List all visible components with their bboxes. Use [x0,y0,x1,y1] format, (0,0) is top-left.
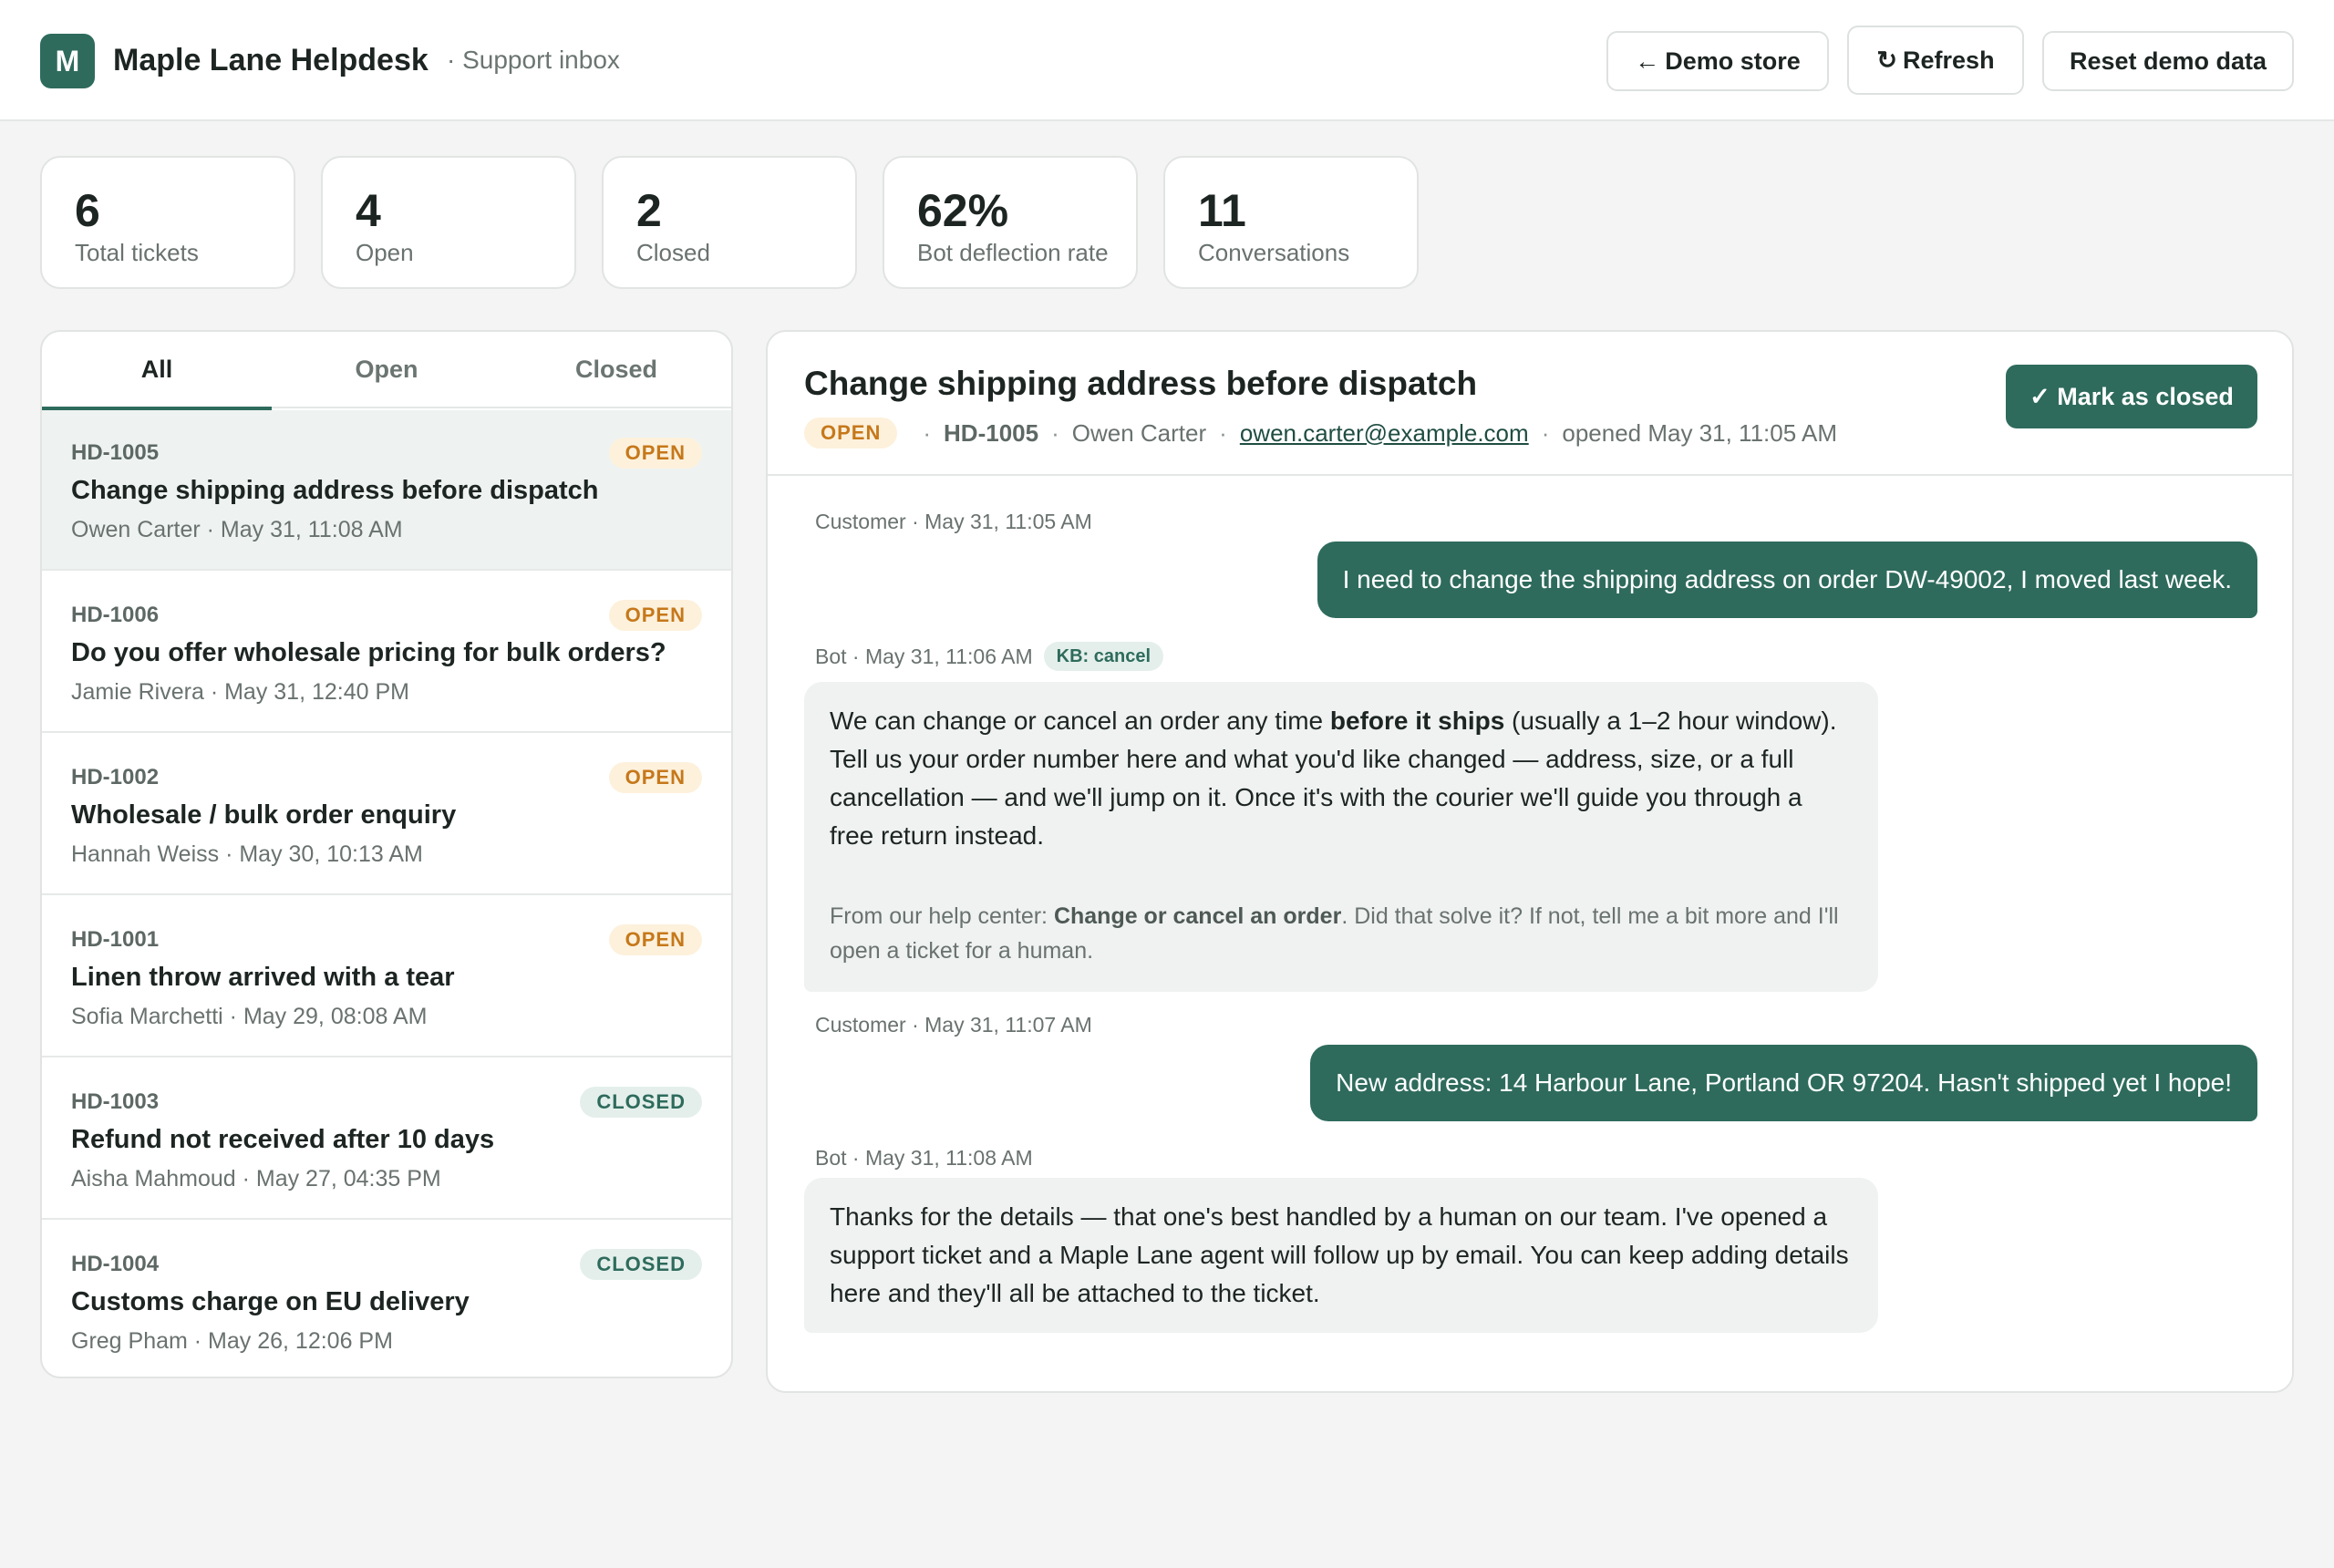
ticket-title: Linen throw arrived with a tear [71,963,455,992]
stat-value: 4 [356,185,381,236]
message-meta: Customer · May 31, 11:07 AM [815,1012,1092,1037]
demo-store-label: Demo store [1665,47,1801,75]
ticket-detail-id: HD-1005 [944,418,1039,447]
ticket-meta: Greg Pham · May 26, 12:06 PM [71,1328,393,1354]
ticket-row[interactable]: HD-1001 OPEN Linen throw arrived with a … [42,897,731,1057]
stat-label: Closed [636,239,710,266]
bot-message-text: We can change or cancel an order any tim… [830,707,1837,850]
arrow-left-icon: ← [1635,47,1660,75]
message-meta-text: Customer · May 31, 11:07 AM [815,1013,1092,1037]
help-center-footnote: From our help center: Change or cancel a… [830,903,1839,964]
bot-message-bubble: We can change or cancel an order any tim… [804,682,1878,992]
help-article-link[interactable]: Change or cancel an order [1054,903,1341,929]
stat-label: Conversations [1198,239,1350,266]
opened-timestamp: opened May 31, 11:05 AM [1562,418,1837,447]
status-badge: OPEN [608,924,702,955]
ticket-title: Change shipping address before dispatch [71,476,599,505]
ticket-title: Wholesale / bulk order enquiry [71,800,457,830]
message-meta: Customer · May 31, 11:05 AM [815,509,1092,534]
refresh-label: Refresh [1903,46,1995,74]
reset-demo-data-button[interactable]: Reset demo data [2042,31,2294,91]
ticket-detail-panel: Change shipping address before dispatch … [766,330,2294,1393]
message-meta: Bot · May 31, 11:06 AM KB: cancel [815,642,1164,671]
customer-email-link[interactable]: owen.carter@example.com [1240,419,1529,448]
ticket-title: Refund not received after 10 days [71,1125,495,1154]
ticket-id: HD-1006 [71,603,160,627]
kb-article-tag: KB: cancel [1043,642,1164,671]
tab-open[interactable]: Open [272,332,501,408]
ticket-id: HD-1005 [71,440,160,465]
customer-name: Owen Carter [1071,418,1207,447]
ticket-list-panel: All Open Closed HD-1005 OPEN Change ship… [40,330,733,1378]
refresh-button[interactable]: ↻ Refresh [1847,26,2024,95]
ticket-id: HD-1001 [71,927,160,952]
top-bar: M Maple Lane Helpdesk · Support inbox ← D… [0,0,2334,121]
message-meta: Bot · May 31, 11:08 AM [815,1145,1033,1171]
ticket-filter-tabs: All Open Closed [42,332,731,410]
ticket-meta: Owen Carter · May 31, 11:08 AM [71,517,403,542]
stat-value: 11 [1198,185,1246,236]
meta-separator: · [1541,418,1550,447]
demo-store-button[interactable]: ← Demo store [1606,31,1829,91]
stat-value: 2 [636,185,662,236]
stat-conversations: 11 Conversations [1163,156,1419,289]
ticket-title: Customs charge on EU delivery [71,1287,470,1316]
ticket-detail-title: Change shipping address before dispatch [804,365,1478,402]
mark-as-closed-button[interactable]: ✓ Mark as closed [2006,365,2257,428]
ticket-detail-header: Change shipping address before dispatch … [768,332,2292,476]
ticket-meta: Sofia Marchetti · May 29, 08:08 AM [71,1004,428,1029]
ticket-meta: Aisha Mahmoud · May 27, 04:35 PM [71,1166,441,1191]
stat-bot-deflection-rate: 62% Bot deflection rate [883,156,1138,289]
message-meta-text: Bot · May 31, 11:06 AM [815,645,1033,668]
ticket-meta: Jamie Rivera · May 31, 12:40 PM [71,679,409,705]
customer-message-bubble: New address: 14 Harbour Lane, Portland O… [1310,1045,2257,1121]
ticket-row[interactable]: HD-1006 OPEN Do you offer wholesale pric… [42,573,731,733]
stat-value: 6 [75,185,100,236]
meta-separator: · [1219,418,1227,447]
stat-label: Open [356,239,414,266]
ticket-detail-meta: OPEN · HD-1005 · Owen Carter · owen.cart… [804,416,1837,450]
ticket-row[interactable]: HD-1005 OPEN Change shipping address bef… [42,410,731,571]
bot-message-text: Thanks for the details — that one's best… [830,1202,1849,1307]
ticket-id: HD-1003 [71,1089,160,1114]
app-subtitle: · Support inbox [447,46,620,74]
stat-label: Bot deflection rate [917,239,1109,266]
refresh-icon: ↻ [1876,46,1898,74]
status-badge: CLOSED [580,1087,702,1118]
status-badge: OPEN [608,438,702,469]
ticket-id: HD-1002 [71,765,160,789]
app-title: Maple Lane Helpdesk [113,43,429,77]
stat-total-tickets: 6 Total tickets [40,156,295,289]
app-logo: M [40,34,95,88]
status-badge: OPEN [608,600,702,631]
ticket-row[interactable]: HD-1002 OPEN Wholesale / bulk order enqu… [42,735,731,895]
tab-closed[interactable]: Closed [501,332,731,408]
ticket-row[interactable]: HD-1003 CLOSED Refund not received after… [42,1059,731,1220]
status-badge: OPEN [608,762,702,793]
ticket-title: Do you offer wholesale pricing for bulk … [71,638,666,667]
message-meta-text: Customer · May 31, 11:05 AM [815,510,1092,533]
ticket-meta: Hannah Weiss · May 30, 10:13 AM [71,841,423,867]
status-badge: CLOSED [580,1249,702,1280]
status-badge: OPEN [804,418,898,449]
message-meta-text: Bot · May 31, 11:08 AM [815,1146,1033,1170]
stat-closed: 2 Closed [602,156,857,289]
meta-separator: · [923,418,932,447]
tab-all[interactable]: All [42,332,272,410]
bot-message-bubble: Thanks for the details — that one's best… [804,1178,1878,1333]
meta-separator: · [1051,418,1059,447]
ticket-row[interactable]: HD-1004 CLOSED Customs charge on EU deli… [42,1222,731,1377]
stat-value: 62% [917,185,1009,236]
customer-message-bubble: I need to change the shipping address on… [1317,542,2257,618]
stat-label: Total tickets [75,239,199,266]
ticket-id: HD-1004 [71,1252,160,1276]
stat-open: 4 Open [321,156,576,289]
